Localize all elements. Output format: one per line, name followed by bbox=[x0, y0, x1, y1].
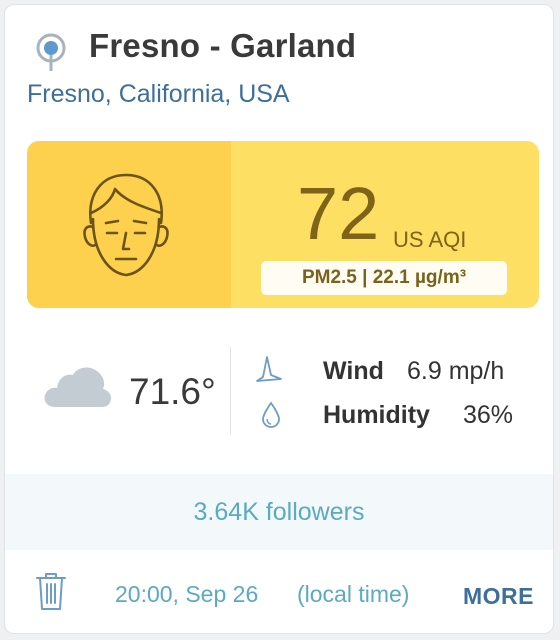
followers-count[interactable]: 3.64K followers bbox=[194, 498, 365, 527]
update-time: 20:00, Sep 26 bbox=[115, 581, 259, 607]
followers-bar[interactable]: 3.64K followers bbox=[5, 474, 553, 550]
wind-value: 6.9 mp/h bbox=[407, 357, 505, 385]
wind-label: Wind bbox=[323, 357, 384, 385]
more-button[interactable]: MORE bbox=[463, 583, 534, 610]
aqi-unit: US AQI bbox=[393, 227, 467, 252]
temperature: 71.6° bbox=[129, 371, 216, 412]
aqi-panel: 72 US AQI PM2.5 | 22.1 µg/m³ bbox=[27, 141, 539, 308]
aqi-value: 72 bbox=[297, 172, 380, 255]
station-name[interactable]: Fresno - Garland bbox=[89, 27, 356, 65]
drop-icon bbox=[262, 401, 280, 428]
pollutant-chip: PM2.5 | 22.1 µg/m³ bbox=[261, 261, 507, 295]
trash-icon[interactable] bbox=[35, 571, 67, 611]
humidity-value: 36% bbox=[463, 401, 514, 429]
station-card: Fresno - Garland Fresno, California, USA bbox=[4, 4, 554, 634]
local-time-note: (local time) bbox=[297, 581, 410, 607]
face-icon bbox=[83, 173, 169, 277]
wind-icon bbox=[256, 356, 282, 382]
station-icon bbox=[36, 33, 66, 71]
station-location[interactable]: Fresno, California, USA bbox=[27, 80, 290, 109]
humidity-label: Humidity bbox=[323, 401, 430, 429]
aqi-face-panel bbox=[27, 141, 231, 308]
weather-divider bbox=[230, 347, 231, 435]
cloud-icon bbox=[44, 367, 111, 407]
